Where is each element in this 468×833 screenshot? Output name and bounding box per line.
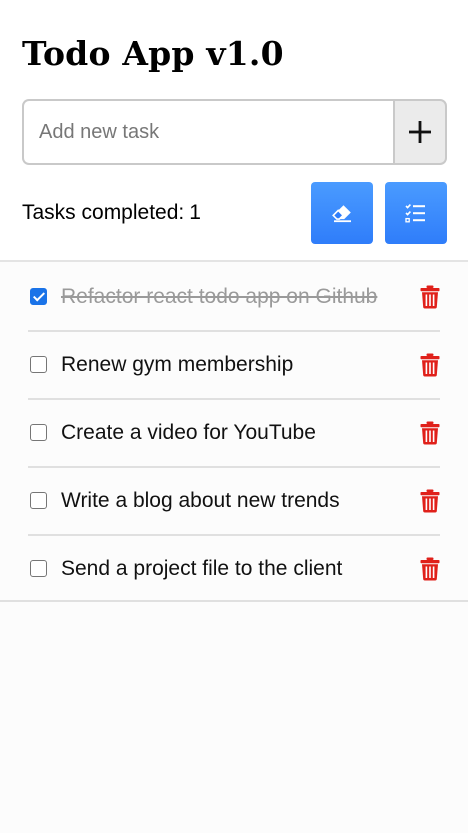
task-checkbox[interactable] — [30, 492, 47, 509]
trash-icon — [420, 421, 440, 445]
task-checkbox[interactable] — [30, 356, 47, 373]
check-all-button[interactable] — [385, 182, 447, 244]
tasks-completed-label: Tasks completed: — [22, 201, 185, 224]
delete-task-button[interactable] — [418, 284, 442, 310]
list-divider — [0, 600, 468, 602]
delete-task-button[interactable] — [418, 488, 442, 514]
delete-task-button[interactable] — [418, 352, 442, 378]
task-item: Create a video for YouTube — [28, 400, 440, 468]
clear-completed-button[interactable] — [311, 182, 373, 244]
task-text: Renew gym membership — [61, 353, 294, 376]
task-item: Write a blog about new trends — [28, 468, 440, 536]
task-text: Refactor react todo app on Github — [61, 285, 378, 308]
delete-task-button[interactable] — [418, 556, 442, 582]
eraser-icon — [332, 205, 351, 223]
status-row: Tasks completed: 1 — [22, 182, 447, 244]
task-item: Send a project file to the client — [28, 536, 440, 604]
trash-icon — [420, 557, 440, 581]
task-list: Refactor react todo app on Github Renew … — [0, 264, 468, 604]
task-item: Renew gym membership — [28, 332, 440, 400]
tasks-completed-status: Tasks completed: 1 — [22, 201, 201, 225]
trash-icon — [420, 489, 440, 513]
delete-task-button[interactable] — [418, 420, 442, 446]
tasks-completed-count: 1 — [189, 201, 201, 224]
task-checkbox[interactable] — [30, 288, 47, 305]
checklist-icon — [405, 204, 425, 223]
add-task-button[interactable] — [393, 99, 447, 165]
task-text: Send a project file to the client — [61, 557, 343, 580]
plus-icon — [409, 121, 431, 143]
add-task-form — [22, 99, 447, 165]
app-header: Todo App v1.0 Tasks completed:1 — [0, 0, 468, 262]
task-text: Create a video for YouTube — [61, 421, 316, 444]
task-text: Write a blog about new trends — [61, 489, 340, 512]
task-checkbox[interactable] — [30, 424, 47, 441]
trash-icon — [420, 285, 440, 309]
task-checkbox[interactable] — [30, 560, 47, 577]
trash-icon — [420, 353, 440, 377]
new-task-input[interactable] — [22, 99, 393, 165]
todo-app: Todo App v1.0 Tasks completed:1 — [0, 0, 468, 833]
app-title: Todo App v1.0 — [22, 34, 284, 73]
task-item: Refactor react todo app on Github — [28, 264, 440, 332]
